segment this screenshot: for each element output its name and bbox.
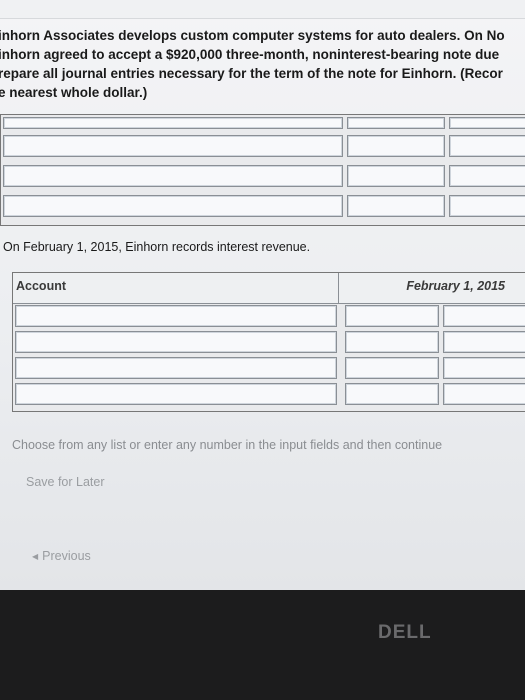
triangle-left-icon: ◀: [32, 552, 39, 562]
top-bar: [0, 0, 525, 19]
journal-grid-feb1: Account February 1, 2015: [12, 272, 525, 412]
table-row: [13, 331, 525, 353]
debit-input[interactable]: [345, 357, 439, 379]
account-input[interactable]: [3, 165, 343, 187]
debit-input[interactable]: [345, 331, 439, 353]
table-row: [1, 117, 525, 129]
credit-input[interactable]: [449, 195, 525, 217]
credit-input[interactable]: [443, 383, 525, 405]
instruction-text: Choose from any list or enter any number…: [12, 438, 443, 452]
credit-input[interactable]: [449, 117, 525, 129]
account-input[interactable]: [15, 357, 337, 379]
credit-input[interactable]: [449, 135, 525, 157]
date-column-header: February 1, 2015: [406, 279, 505, 293]
problem-text: inhorn Associates develops custom comput…: [0, 26, 525, 102]
table-row: [13, 357, 525, 379]
previous-label: Previous: [42, 549, 91, 563]
table-row: [13, 305, 525, 327]
monitor-bezel: [0, 590, 525, 700]
previous-button[interactable]: ◀ Previous: [32, 549, 91, 563]
account-input[interactable]: [15, 331, 337, 353]
browser-content: inhorn Associates develops custom comput…: [0, 0, 525, 590]
table-header: Account February 1, 2015: [13, 273, 525, 304]
debit-input[interactable]: [347, 117, 445, 129]
debit-input[interactable]: [347, 195, 445, 217]
credit-input[interactable]: [443, 331, 525, 353]
table-row: [13, 383, 525, 405]
journal-grid-previous: [0, 114, 525, 226]
problem-line: inhorn Associates develops custom comput…: [0, 28, 505, 43]
table-row: [1, 195, 525, 217]
save-for-later-link[interactable]: Save for Later: [26, 475, 105, 489]
account-input[interactable]: [3, 117, 343, 129]
dell-logo: DELL: [378, 622, 432, 643]
entry-label: On February 1, 2015, Einhorn records int…: [3, 240, 311, 254]
account-input[interactable]: [3, 135, 343, 157]
debit-input[interactable]: [345, 383, 439, 405]
debit-input[interactable]: [347, 135, 445, 157]
problem-line: repare all journal entries necessary for…: [0, 66, 503, 81]
problem-line: e nearest whole dollar.): [0, 85, 148, 100]
credit-input[interactable]: [449, 165, 525, 187]
account-column-header: Account: [13, 273, 339, 303]
account-input[interactable]: [15, 383, 337, 405]
debit-input[interactable]: [347, 165, 445, 187]
table-row: [1, 165, 525, 187]
credit-input[interactable]: [443, 305, 525, 327]
account-input[interactable]: [15, 305, 337, 327]
account-input[interactable]: [3, 195, 343, 217]
debit-input[interactable]: [345, 305, 439, 327]
credit-input[interactable]: [443, 357, 525, 379]
table-row: [1, 135, 525, 157]
problem-line: inhorn agreed to accept a $920,000 three…: [0, 47, 500, 62]
